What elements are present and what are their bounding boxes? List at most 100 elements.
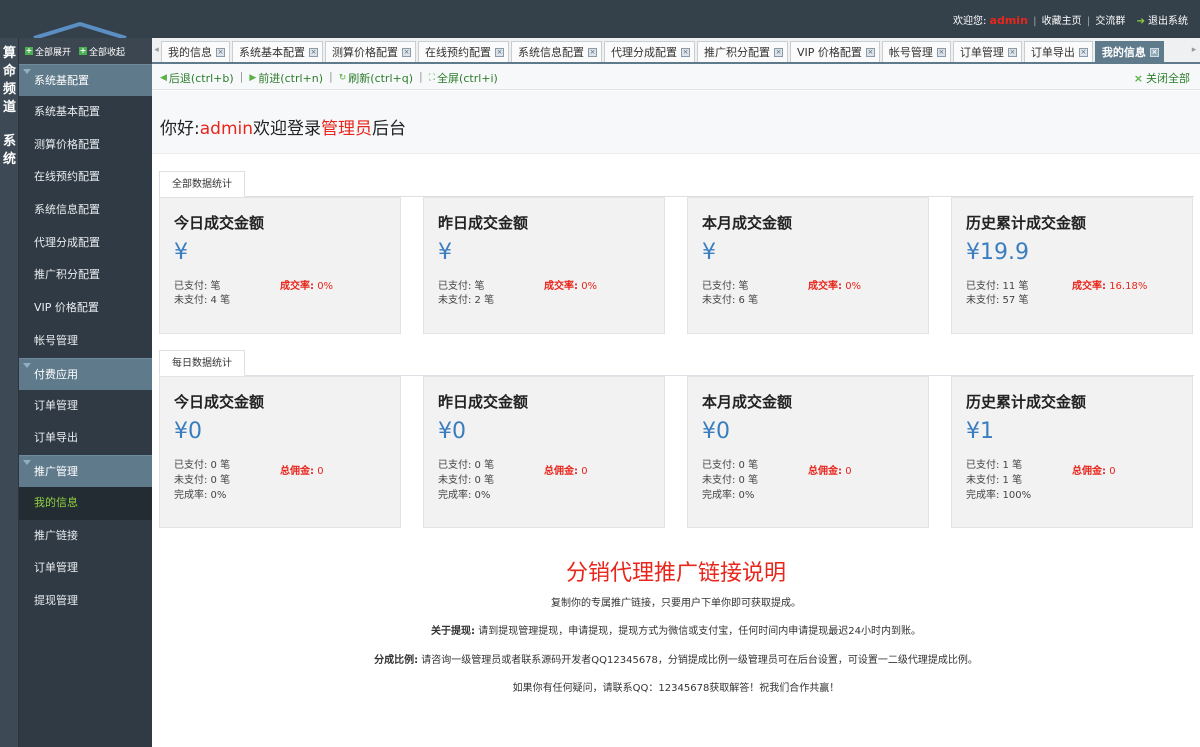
tab-system-basic[interactable]: 系统基本配置 × — [232, 41, 323, 62]
sidebar-item-promo-points[interactable]: 推广积分配置 — [19, 259, 152, 292]
close-icon[interactable]: × — [495, 47, 504, 57]
tab-agent-share[interactable]: 代理分成配置 × — [604, 41, 695, 62]
sidebar-item-order-export[interactable]: 订单导出 — [19, 422, 152, 455]
expand-all-button[interactable]: + 全部展开 — [25, 45, 71, 58]
close-icon[interactable]: × — [1149, 47, 1159, 57]
sidebar-group-system[interactable]: 系统基配置 — [19, 64, 152, 96]
toolbar-nav: ◀ 后退(ctrl+b) | ▶ 前进(ctrl+n) | ↻ 刷新(ctrl+q) … — [160, 70, 498, 86]
close-all-button[interactable]: × 关闭全部 — [1134, 70, 1190, 86]
tab-label: 我的信息 — [168, 45, 212, 59]
withdraw-text: 请到提现管理提现，申请提现，提现方式为微信或支付宝，任何时间内申请提现最迟24小… — [478, 626, 921, 637]
card-done-rate: 完成率: 0% — [174, 490, 227, 501]
close-icon[interactable]: × — [936, 47, 946, 57]
tab-order-export[interactable]: 订单导出 × — [1023, 41, 1093, 62]
tab-scroll-right-icon[interactable]: ▸ — [1188, 38, 1200, 62]
tab-booking[interactable]: 在线预约配置 × — [418, 41, 509, 62]
welcome-label: 欢迎您: — [952, 16, 987, 27]
card-title: 昨日成交金额 — [438, 214, 529, 232]
channel-char: 命 — [2, 64, 16, 79]
card-rate: 成交率: 0% — [808, 277, 861, 292]
top-links: 欢迎您: admin | 收藏主页 | 交流群 ➔ 退出系统 — [953, 12, 1188, 27]
plus-icon: + — [79, 46, 88, 55]
card-unpaid: 未支付: 1 笔 — [966, 475, 1023, 486]
plus-icon: + — [25, 46, 33, 55]
close-icon[interactable]: × — [681, 47, 690, 57]
card-rate: 成交率: 0% — [280, 277, 333, 292]
close-icon[interactable]: × — [865, 47, 875, 57]
tab-scroll-left-icon[interactable]: ◂ — [152, 38, 161, 62]
tab-label: VIP 价格配置 — [797, 45, 862, 59]
sidebar-item-withdraw[interactable]: 提现管理 — [19, 585, 152, 618]
separator: | — [329, 70, 333, 83]
total-stats-tab[interactable]: 全部数据统计 — [159, 171, 245, 197]
sidebar-tools: + 全部展开 + 全部收起 — [19, 38, 152, 64]
sidebar-item-promo-link[interactable]: 推广链接 — [19, 520, 152, 553]
toolbar: ◀ 后退(ctrl+b) | ▶ 前进(ctrl+n) | ↻ 刷新(ctrl+q) … — [152, 64, 1200, 90]
tab-sysinfo[interactable]: 系统信息配置 × — [511, 41, 602, 62]
close-icon[interactable]: × — [1007, 47, 1017, 57]
sidebar-group-promotion[interactable]: 推广管理 — [19, 454, 152, 487]
tab-price[interactable]: 测算价格配置 × — [325, 41, 416, 62]
card-amount: ¥0 — [702, 419, 730, 444]
username-label: admin — [989, 14, 1028, 27]
stat-card-yesterday-total: 昨日成交金额 ¥ 已支付: 笔 未支付: 2 笔 成交率: 0% — [423, 197, 665, 334]
sidebar-item-accounts[interactable]: 帐号管理 — [19, 325, 152, 358]
logout-link[interactable]: ➔ 退出系统 — [1137, 16, 1188, 27]
refresh-label: 刷新(ctrl+q) — [348, 72, 414, 85]
group-link[interactable]: 交流群 — [1095, 16, 1125, 27]
collapse-all-button[interactable]: + 全部收起 — [79, 45, 125, 58]
fullscreen-button[interactable]: ⛶ 全屏(ctrl+i) — [429, 70, 498, 86]
description-title: 分销代理推广链接说明 — [565, 561, 786, 586]
back-button[interactable]: ◀ 后退(ctrl+b) — [160, 70, 234, 86]
sidebar-group-paid[interactable]: 付费应用 — [19, 357, 152, 390]
card-unpaid: 未支付: 57 笔 — [966, 295, 1029, 306]
sidebar-item-system-basic[interactable]: 系统基本配置 — [19, 96, 152, 129]
tab-vip-price[interactable]: VIP 价格配置 × — [790, 41, 880, 62]
card-done-rate: 完成率: 0% — [438, 490, 491, 501]
logout-arrow-icon: ➔ — [1136, 16, 1145, 27]
sidebar-item-agent-share[interactable]: 代理分成配置 — [19, 227, 152, 260]
sidebar-item-vip-price[interactable]: VIP 价格配置 — [19, 292, 152, 325]
stat-card-month-total: 本月成交金额 ¥ 已支付: 笔 未支付: 6 笔 成交率: 0% — [687, 197, 929, 334]
close-icon: × — [1133, 71, 1143, 85]
close-icon[interactable]: × — [402, 47, 411, 57]
stat-card-history-daily: 历史累计成交金额 ¥1 已支付: 1 笔 未支付: 1 笔 完成率: 100% … — [951, 376, 1193, 528]
sidebar-item-sysinfo[interactable]: 系统信息配置 — [19, 194, 152, 227]
sidebar-item-price[interactable]: 测算价格配置 — [19, 129, 152, 162]
card-unpaid: 未支付: 0 笔 — [438, 475, 495, 486]
rate-label: 成交率: — [544, 281, 578, 292]
commission-value: 0 — [845, 466, 852, 477]
tab-orders[interactable]: 订单管理 × — [952, 41, 1022, 62]
welcome-prefix: 你好: — [160, 119, 200, 139]
sidebar-item-my-info[interactable]: 我的信息 — [19, 486, 152, 520]
welcome-banner: 你好:admin欢迎登录管理员后台 — [152, 91, 1200, 154]
tab-promo-points[interactable]: 推广积分配置 × — [697, 41, 788, 62]
close-icon[interactable]: × — [1078, 47, 1088, 57]
daily-stats-tab[interactable]: 每日数据统计 — [159, 350, 245, 376]
card-title: 历史累计成交金额 — [966, 214, 1087, 232]
back-label: 后退(ctrl+b) — [168, 72, 234, 85]
channel-system[interactable]: 系 统 — [0, 133, 19, 169]
card-rate: 成交率: 0% — [544, 277, 597, 292]
forward-arrow-icon: ▶ — [249, 73, 257, 83]
close-icon[interactable]: × — [774, 47, 783, 57]
sidebar-item-orders[interactable]: 订单管理 — [19, 390, 152, 423]
tab-my-info[interactable]: 我的信息 × — [161, 41, 230, 62]
sidebar-item-booking[interactable]: 在线预约配置 — [19, 161, 152, 194]
sidebar-item-promo-orders[interactable]: 订单管理 — [19, 552, 152, 585]
tab-accounts[interactable]: 帐号管理 × — [881, 41, 951, 62]
card-commission: 总佣金: 0 — [544, 462, 588, 477]
bookmark-link[interactable]: 收藏主页 — [1042, 16, 1082, 27]
close-icon[interactable]: × — [588, 47, 597, 57]
channel-fortune[interactable]: 算 命 频 道 — [0, 45, 19, 117]
card-amount: ¥0 — [174, 419, 202, 444]
tab-label: 代理分成配置 — [611, 45, 677, 59]
close-icon[interactable]: × — [309, 47, 318, 57]
refresh-button[interactable]: ↻ 刷新(ctrl+q) — [339, 70, 413, 86]
forward-button[interactable]: ▶ 前进(ctrl+n) — [249, 70, 323, 86]
close-icon[interactable]: × — [216, 47, 225, 57]
sidebar: + 全部展开 + 全部收起 系统基配置 系统基本配置 测算价格配置 在线预约配置 系… — [19, 38, 152, 747]
card-unpaid: 未支付: 2 笔 — [438, 295, 495, 306]
tab-my-info-active[interactable]: 我的信息 × — [1094, 41, 1164, 62]
logo-roof-icon — [33, 22, 127, 38]
